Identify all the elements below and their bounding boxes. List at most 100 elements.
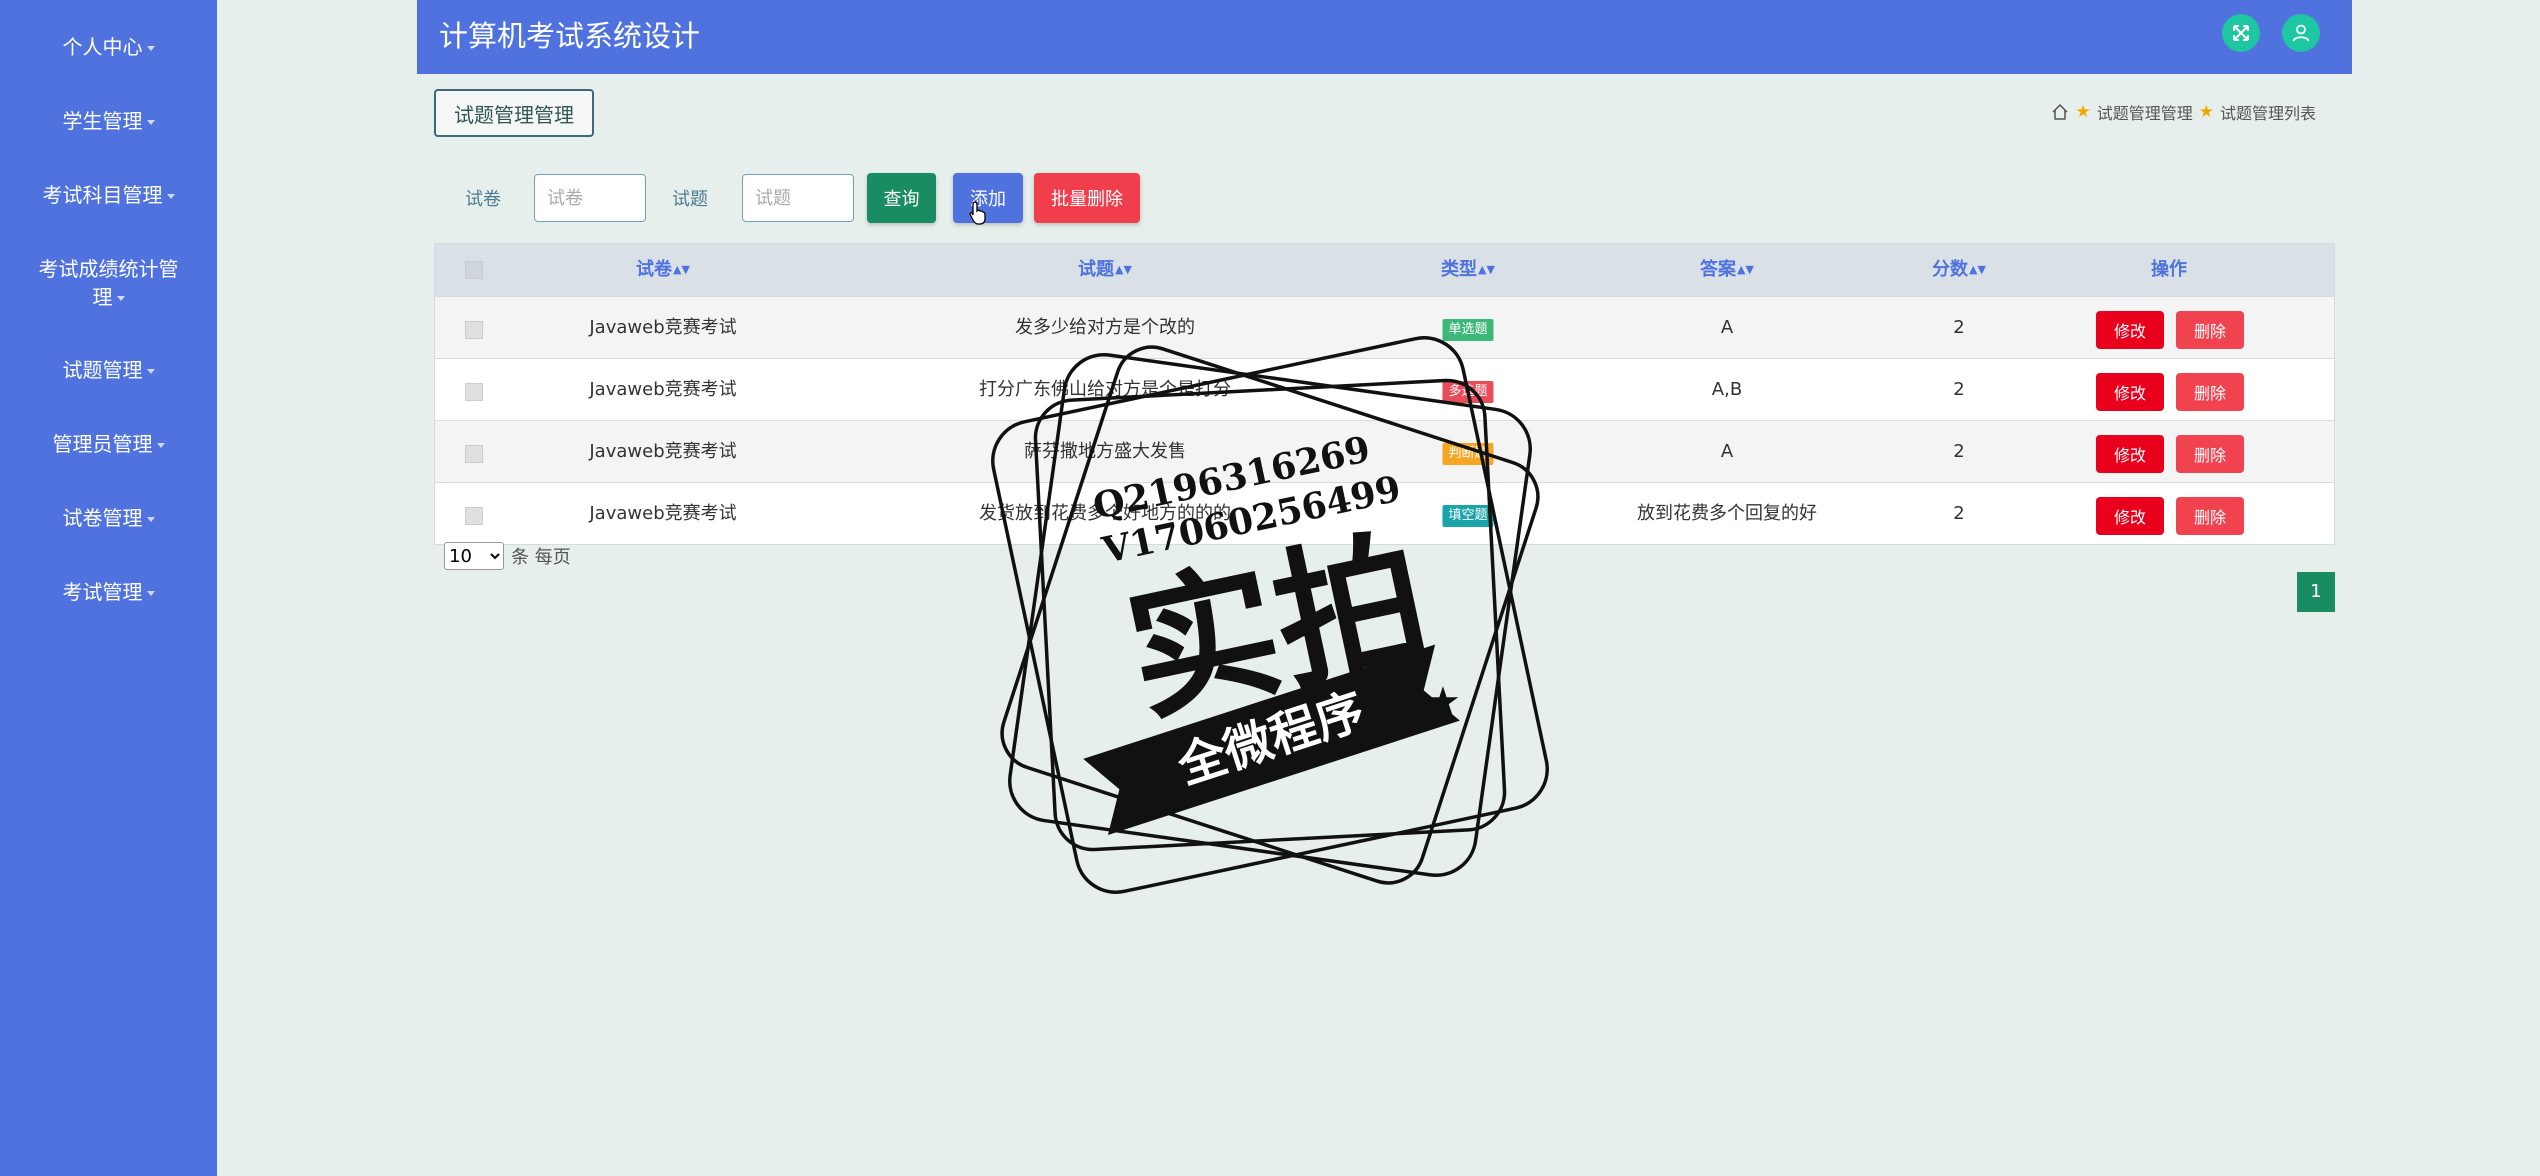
column-header-label: 试题 [1078,259,1115,280]
edit-button[interactable]: 修改 [2096,497,2164,535]
sidebar-item-papers[interactable]: 试卷管理 [0,504,217,532]
paper-search-label: 试卷 [465,189,501,210]
cell-paper: Javaweb竞赛考试 [589,503,737,524]
sidebar-item-score-stats[interactable]: 考试成绩统计管理 [0,255,217,311]
caret-down-icon [146,591,155,596]
caret-down-icon [166,194,175,199]
type-badge: 多选题 [1442,381,1494,403]
cell-question: 发多少给对方是个改的 [1015,317,1195,338]
sidebar-item-admins[interactable]: 管理员管理 [0,430,217,458]
question-search-input[interactable] [742,174,854,222]
breadcrumb-item[interactable]: 试题管理管理 [2097,100,2193,124]
query-button[interactable]: 查询 [867,173,936,223]
sidebar-item-subjects[interactable]: 考试科目管理 [0,181,217,209]
column-header-label: 试卷 [636,259,673,280]
cell-paper: Javaweb竞赛考试 [589,441,737,462]
delete-button[interactable]: 删除 [2176,373,2244,411]
column-header-question[interactable]: 试题▲▼ [1078,244,1132,296]
type-badge: 填空题 [1442,505,1494,527]
sort-icon: ▲▼ [1737,263,1754,276]
home-icon[interactable] [2051,103,2069,121]
cell-score: 2 [1953,503,1965,524]
cell-paper: Javaweb竞赛考试 [589,317,737,338]
table-row: Javaweb竞赛考试 打分广东佛山给对方是个是打分 多选题 A,B 2 修改 … [435,358,2334,420]
delete-button[interactable]: 删除 [2176,435,2244,473]
page-size-select[interactable]: 10 [444,542,504,570]
top-header: 计算机考试系统设计 [417,0,2352,74]
cell-question: 打分广东佛山给对方是个是打分 [979,379,1231,400]
sidebar-item-label: 理 [92,285,113,309]
type-badge: 判断题 [1442,443,1494,465]
caret-down-icon [116,296,125,301]
caret-down-icon [146,517,155,522]
row-checkbox[interactable] [465,321,483,339]
row-checkbox[interactable] [465,383,483,401]
caret-down-icon [156,443,165,448]
sort-icon: ▲▼ [1478,263,1495,276]
column-header-label: 答案 [1700,259,1737,280]
panel-title-button[interactable]: 试题管理管理 [434,89,594,137]
row-checkbox[interactable] [465,507,483,525]
sidebar-item-label: 学生管理 [62,109,143,133]
sort-icon: ▲▼ [673,263,690,276]
paper-search-input[interactable] [534,174,646,222]
breadcrumb-item: 试题管理列表 [2219,104,2316,123]
cell-answer: A [1720,317,1734,338]
row-checkbox[interactable] [465,445,483,463]
sidebar-item-label: 考试科目管理 [42,183,163,207]
user-button[interactable] [2282,14,2320,52]
sidebar-item-label: 个人中心 [62,35,143,59]
star-icon: ★ [2198,102,2214,122]
column-header-label: 类型 [1441,259,1478,280]
watermark-banner-text: 全微程序 [1170,683,1371,796]
cell-score: 2 [1953,379,1965,400]
column-header-label: 分数 [1932,259,1969,280]
caret-down-icon [146,120,155,125]
sort-icon: ▲▼ [1115,263,1132,276]
edit-button[interactable]: 修改 [2096,373,2164,411]
delete-button[interactable]: 删除 [2176,497,2244,535]
star-icon: ★ [1130,769,1166,815]
sidebar-item-questions[interactable]: 试题管理 [0,356,217,384]
table-header: 试卷▲▼ 试题▲▼ 类型▲▼ 答案▲▼ 分数▲▼ 操作 [435,244,2334,296]
sidebar-item-students[interactable]: 学生管理 [0,107,217,135]
table-row: Javaweb竞赛考试 发货放到花费多个好地方的的的 填空题 放到花费多个回复的… [435,482,2334,544]
expand-icon [2233,25,2249,41]
column-header-actions: 操作 [2151,259,2187,280]
questions-table: 试卷▲▼ 试题▲▼ 类型▲▼ 答案▲▼ 分数▲▼ 操作 Javaweb竞赛考试 … [434,243,2335,545]
table-row: Javaweb竞赛考试 萨芬撒地方盛大发售 判断题 A 2 修改 删除 [435,420,2334,482]
cell-question: 萨芬撒地方盛大发售 [1024,441,1186,462]
watermark-big-text: 实拍 [1113,511,1443,744]
cell-answer: A [1720,441,1734,462]
page-number-button[interactable]: 1 [2297,572,2335,612]
column-header-answer[interactable]: 答案▲▼ [1700,244,1754,296]
caret-down-icon [146,46,155,51]
select-all-checkbox[interactable] [465,261,483,279]
star-icon: ★ [2075,102,2091,122]
cell-answer: 放到花费多个回复的好 [1637,503,1817,524]
sidebar-item-label: 试卷管理 [62,506,143,530]
cell-paper: Javaweb竞赛考试 [589,379,737,400]
type-badge: 单选题 [1442,319,1494,341]
sidebar-item-exams[interactable]: 考试管理 [0,578,217,606]
sidebar-item-label: 考试管理 [62,580,143,604]
add-button[interactable]: 添加 [953,173,1023,223]
column-header-type[interactable]: 类型▲▼ [1441,244,1495,296]
edit-button[interactable]: 修改 [2096,435,2164,473]
delete-button[interactable]: 删除 [2176,311,2244,349]
edit-button[interactable]: 修改 [2096,311,2164,349]
sidebar-item-personal-center[interactable]: 个人中心 [0,33,217,61]
user-icon [2292,24,2310,42]
batch-delete-button[interactable]: 批量删除 [1034,173,1140,223]
expand-button[interactable] [2222,14,2260,52]
breadcrumb: ★ 试题管理管理 ★ 试题管理列表 [2051,100,2316,124]
stamp-banner [1083,644,1460,835]
sort-icon: ▲▼ [1969,263,1986,276]
column-header-score[interactable]: 分数▲▼ [1932,244,1986,296]
table-row: Javaweb竞赛考试 发多少给对方是个改的 单选题 A 2 修改 删除 [435,296,2334,358]
column-header-paper[interactable]: 试卷▲▼ [636,244,690,296]
sidebar-item-label: 管理员管理 [52,432,153,456]
caret-down-icon [146,369,155,374]
app-title: 计算机考试系统设计 [439,19,701,53]
sidebar-item-label: 试题管理 [62,358,143,382]
